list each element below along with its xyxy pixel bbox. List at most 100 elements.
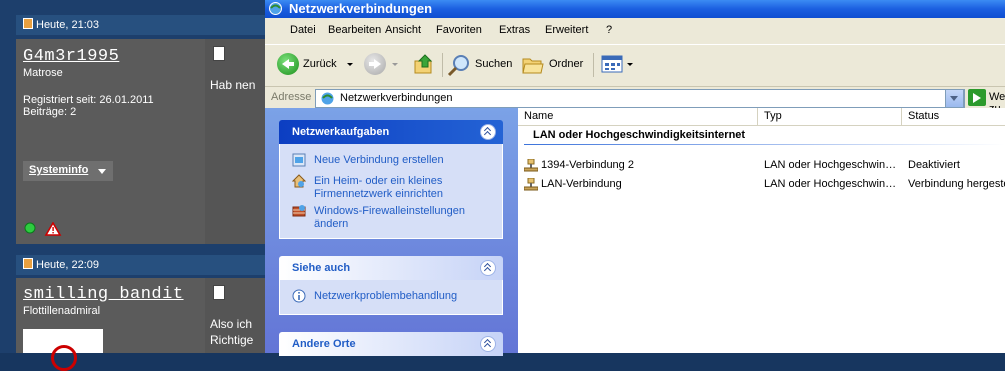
forward-arrow-icon (364, 53, 386, 75)
connection-type: LAN oder Hochgeschwin… (764, 159, 897, 171)
menu-favoriten[interactable]: Favoriten (436, 24, 482, 36)
new-connection-icon (292, 153, 306, 167)
search-icon (447, 55, 469, 77)
back-button[interactable]: Zurück (275, 51, 359, 77)
firewall-icon (292, 205, 306, 217)
post-text: Richtige (210, 333, 254, 347)
views-icon (601, 55, 623, 73)
forward-button[interactable] (362, 51, 400, 77)
explorer-window: Netzwerkverbindungen Datei Bearbeiten An… (265, 0, 1005, 356)
username-link[interactable]: G4m3r1995 (23, 47, 119, 66)
back-label: Zurück (303, 58, 337, 70)
back-arrow-icon (277, 53, 299, 75)
network-tasks-body: Neue Verbindung erstellen Ein Heim- oder… (279, 144, 503, 239)
connection-status: Deaktiviert (908, 159, 960, 171)
address-input[interactable]: Netzwerkverbindungen (315, 89, 965, 108)
document-icon (213, 46, 225, 61)
chevron-down-icon (392, 63, 398, 66)
network-tasks-panel: Netzwerkaufgaben Neue Verbindung erstell… (279, 120, 503, 239)
network-adapter-icon (524, 159, 538, 172)
registered-date: Registriert seit: 26.01.2011 (23, 94, 154, 106)
search-label: Suchen (475, 58, 513, 70)
task-home-network[interactable]: Ein Heim- oder ein kleines Firmennetzwer… (314, 175, 484, 201)
user-rank: Flottillenadmiral (23, 305, 101, 317)
list-item[interactable]: 1394-Verbindung 2 LAN oder Hochgeschwin…… (518, 158, 1005, 174)
post-timestamp: Heute, 22:09 (36, 259, 99, 271)
toolbar: Zurück Suchen Ordner (265, 44, 1005, 85)
collapse-icon[interactable] (480, 124, 496, 140)
connection-type: LAN oder Hochgeschwin… (764, 178, 897, 190)
network-tasks-title: Netzwerkaufgaben (292, 126, 390, 138)
post-body: Also ich Richtige (205, 278, 265, 353)
network-connections-icon (269, 2, 282, 15)
network-tasks-header[interactable]: Netzwerkaufgaben (279, 120, 503, 144)
column-type-label: Typ (764, 110, 782, 122)
menu-bearbeiten[interactable]: Bearbeiten (328, 24, 381, 36)
see-also-header[interactable]: Siehe auch (279, 256, 503, 280)
address-bar: Adresse Netzwerkverbindungen Wechseln zu (265, 86, 1005, 115)
post-header: Heute, 21:03 (16, 15, 265, 35)
go-button[interactable] (968, 89, 986, 106)
user-panel: G4m3r1995 Matrose Registriert seit: 26.0… (16, 39, 205, 244)
status-icons (24, 222, 62, 236)
post-header: Heute, 22:09 (16, 255, 265, 275)
list-item[interactable]: LAN-Verbindung LAN oder Hochgeschwin… Ve… (518, 177, 1005, 193)
collapse-icon[interactable] (480, 260, 496, 276)
chevron-down-icon (627, 63, 633, 66)
user-rank: Matrose (23, 67, 63, 79)
post-icon (23, 18, 33, 29)
chevron-down-icon (950, 96, 958, 101)
menu-extras[interactable]: Extras (499, 24, 530, 36)
post-count: Beiträge: 2 (23, 106, 77, 118)
up-button[interactable] (410, 51, 438, 77)
address-dropdown-button[interactable] (945, 89, 964, 108)
sysinfo-button[interactable]: Systeminfo (23, 161, 113, 181)
chevron-down-icon (98, 169, 106, 174)
search-button[interactable]: Suchen (447, 51, 513, 77)
menu-help[interactable]: ? (606, 24, 612, 36)
other-places-header[interactable]: Andere Orte (279, 332, 503, 356)
see-also-body: Netzwerkproblembehandlung (279, 280, 503, 315)
forum-background: Heute, 21:03 G4m3r1995 Matrose Registrie… (0, 0, 265, 371)
connections-list: Name Typ Status LAN oder Hochgeschwindig… (518, 108, 1005, 353)
menu-ansicht[interactable]: Ansicht (385, 24, 421, 36)
document-icon (213, 285, 225, 300)
menu-datei[interactable]: Datei (290, 24, 316, 36)
folder-icon (522, 58, 544, 74)
user-panel: smilling_bandit Flottillenadmiral (16, 278, 205, 371)
column-status-label: Status (908, 110, 940, 122)
other-places-title: Andere Orte (292, 338, 356, 350)
home-network-icon (292, 174, 306, 188)
folders-button[interactable]: Ordner (521, 51, 587, 77)
window-title: Netzwerkverbindungen (289, 1, 433, 16)
task-firewall-settings[interactable]: Windows-Firewalleinstellungen ändern (314, 205, 484, 231)
address-label: Adresse (271, 91, 312, 103)
column-header-name[interactable]: Name (518, 108, 758, 126)
column-header-status[interactable]: Status (902, 108, 1005, 126)
folders-label: Ordner (549, 58, 584, 70)
column-name-label: Name (524, 110, 554, 122)
see-also-troubleshooting[interactable]: Netzwerkproblembehandlung (314, 290, 457, 303)
connection-name: LAN-Verbindung (541, 178, 622, 190)
post-icon (23, 258, 33, 269)
collapse-icon[interactable] (480, 336, 496, 352)
username-link[interactable]: smilling_bandit (23, 285, 184, 304)
task-new-connection[interactable]: Neue Verbindung erstellen (314, 154, 444, 167)
folder-up-icon (414, 54, 433, 74)
avatar (23, 329, 103, 371)
see-also-panel: Siehe auch Netzwerkproblembehandlung (279, 256, 503, 315)
go-arrow-icon (973, 93, 981, 103)
menu-bar: Datei Bearbeiten Ansicht Favoriten Extra… (265, 20, 1005, 42)
post-body: Hab nen (205, 39, 265, 244)
see-also-title: Siehe auch (292, 262, 351, 274)
network-adapter-icon (524, 178, 538, 191)
sysinfo-label: Systeminfo (29, 164, 89, 176)
menu-erweitert[interactable]: Erweitert (545, 24, 588, 36)
column-header-type[interactable]: Typ (758, 108, 902, 126)
online-icon (24, 222, 36, 234)
other-places-panel: Andere Orte (279, 332, 503, 356)
views-button[interactable] (599, 51, 637, 77)
info-icon (292, 289, 306, 303)
connection-name: 1394-Verbindung 2 (541, 159, 634, 171)
title-bar[interactable]: Netzwerkverbindungen (265, 0, 1005, 18)
